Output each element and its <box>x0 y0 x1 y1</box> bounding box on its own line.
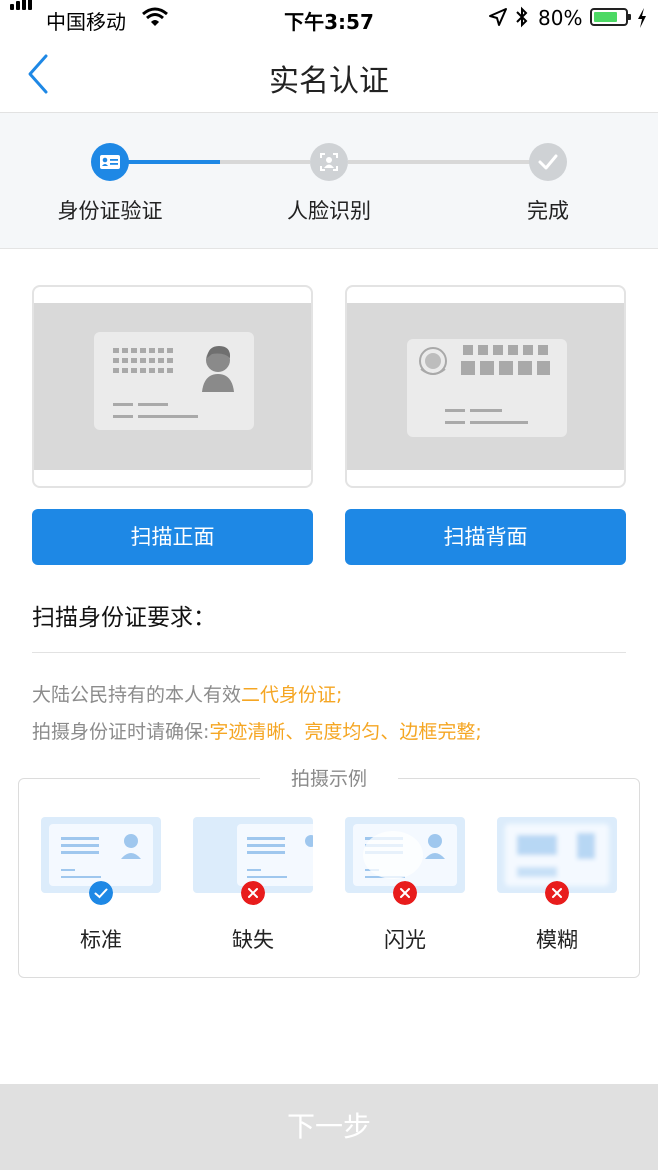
status-bar: 中国移动 下午3:57 80% <box>0 0 658 38</box>
id-card-back-preview[interactable] <box>345 285 626 488</box>
requirement-highlight: 字迹清晰、亮度均匀、边框完整; <box>209 721 482 743</box>
step-connector-done <box>128 160 220 164</box>
requirement-line-1: 大陆公民持有的本人有效二代身份证; <box>32 680 342 707</box>
charging-icon <box>638 8 646 28</box>
example-label-flash: 闪光 <box>384 928 426 952</box>
step-3-indicator <box>529 143 567 181</box>
example-label-missing: 缺失 <box>232 928 274 952</box>
scan-front-button[interactable]: 扫描正面 <box>32 509 313 565</box>
example-label-blurry: 模糊 <box>536 928 578 952</box>
page-title: 实名认证 <box>269 64 389 99</box>
id-card-front-preview[interactable] <box>32 285 313 488</box>
step-1-label: 身份证验证 <box>57 199 163 223</box>
example-label-standard: 标准 <box>80 928 122 952</box>
x-circle-icon <box>241 881 265 905</box>
navigation-bar: 实名认证 <box>0 38 658 113</box>
battery-percent: 80% <box>538 6 583 30</box>
progress-steps: 身份证验证 人脸识别 完成 <box>0 113 658 249</box>
next-step-button[interactable]: 下一步 <box>0 1084 658 1170</box>
x-circle-icon <box>393 881 417 905</box>
check-circle-icon <box>89 881 113 905</box>
requirement-text: 拍摄身份证时请确保: <box>32 721 210 743</box>
step-connector-pending <box>348 160 530 164</box>
requirement-highlight: 二代身份证; <box>241 684 343 706</box>
id-card-back-icon <box>407 339 567 437</box>
step-1-indicator <box>91 143 129 181</box>
check-icon <box>538 154 558 170</box>
id-card-icon <box>100 155 120 169</box>
id-card-front-icon <box>94 332 254 430</box>
step-2-indicator <box>310 143 348 181</box>
step-connector-pending <box>220 160 310 164</box>
battery-icon <box>590 8 631 26</box>
requirement-text: 大陆公民持有的本人有效 <box>32 684 242 706</box>
x-circle-icon <box>545 881 569 905</box>
scan-back-button[interactable]: 扫描背面 <box>345 509 626 565</box>
requirements-title: 扫描身份证要求： <box>32 605 216 631</box>
examples-title: 拍摄示例 <box>260 764 398 791</box>
divider <box>32 652 626 653</box>
step-2-label: 人脸识别 <box>287 199 371 223</box>
requirement-line-2: 拍摄身份证时请确保:字迹清晰、亮度均匀、边框完整; <box>32 717 482 744</box>
bluetooth-icon <box>516 6 528 28</box>
location-arrow-icon <box>489 8 507 26</box>
step-3-label: 完成 <box>527 199 569 223</box>
face-scan-icon <box>320 153 338 171</box>
